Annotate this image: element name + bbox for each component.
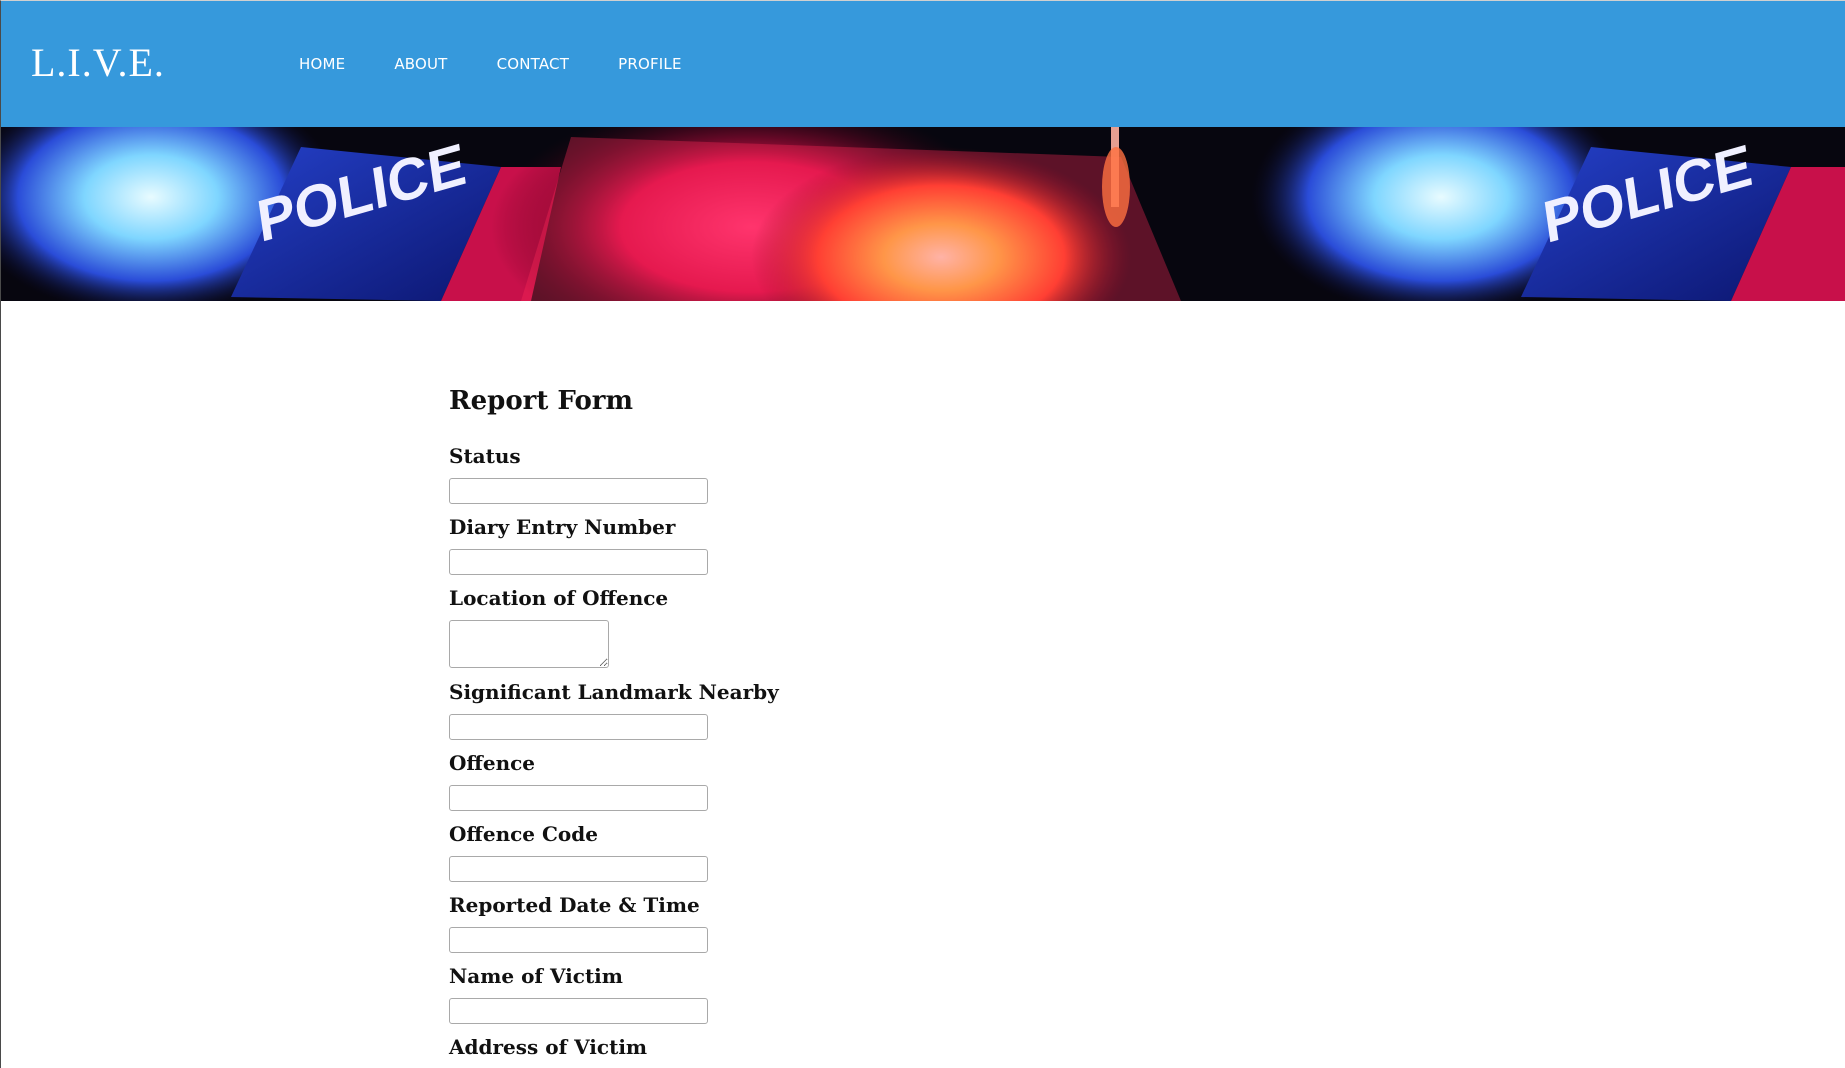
status-label: Status <box>449 444 521 468</box>
address-of-victim-label: Address of Victim <box>449 1035 648 1059</box>
top-navigation-bar: L.I.V.E. HOME ABOUT CONTACT PROFILE <box>1 1 1845 127</box>
offence-input[interactable] <box>449 785 708 811</box>
name-of-victim-label: Name of Victim <box>449 964 623 988</box>
diary-entry-number-label: Diary Entry Number <box>449 515 676 539</box>
status-input[interactable] <box>449 478 708 504</box>
significant-landmark-label: Significant Landmark Nearby <box>449 680 779 704</box>
offence-code-input[interactable] <box>449 856 708 882</box>
form-title: Report Form <box>449 386 634 416</box>
nav-about-link[interactable]: ABOUT <box>394 55 447 73</box>
nav-contact-link[interactable]: CONTACT <box>497 55 570 73</box>
nav-home-link[interactable]: HOME <box>299 55 345 73</box>
location-of-offence-textarea[interactable] <box>449 620 609 668</box>
name-of-victim-input[interactable] <box>449 998 708 1024</box>
reported-date-time-label: Reported Date & Time <box>449 893 700 917</box>
significant-landmark-input[interactable] <box>449 714 708 740</box>
location-of-offence-label: Location of Offence <box>449 586 669 610</box>
site-logo[interactable]: L.I.V.E. <box>31 39 165 86</box>
nav-profile-link[interactable]: PROFILE <box>618 55 682 73</box>
offence-code-label: Offence Code <box>449 822 598 846</box>
police-lights-banner: POLICE POLICE <box>1 127 1845 301</box>
diary-entry-number-input[interactable] <box>449 549 708 575</box>
main-nav: HOME ABOUT CONTACT PROFILE <box>299 55 731 73</box>
reported-date-time-input[interactable] <box>449 927 708 953</box>
offence-label: Offence <box>449 751 536 775</box>
report-form: Report Form Status Diary Entry Number Lo… <box>449 385 1149 1068</box>
banner-image: POLICE POLICE <box>1 127 1845 301</box>
